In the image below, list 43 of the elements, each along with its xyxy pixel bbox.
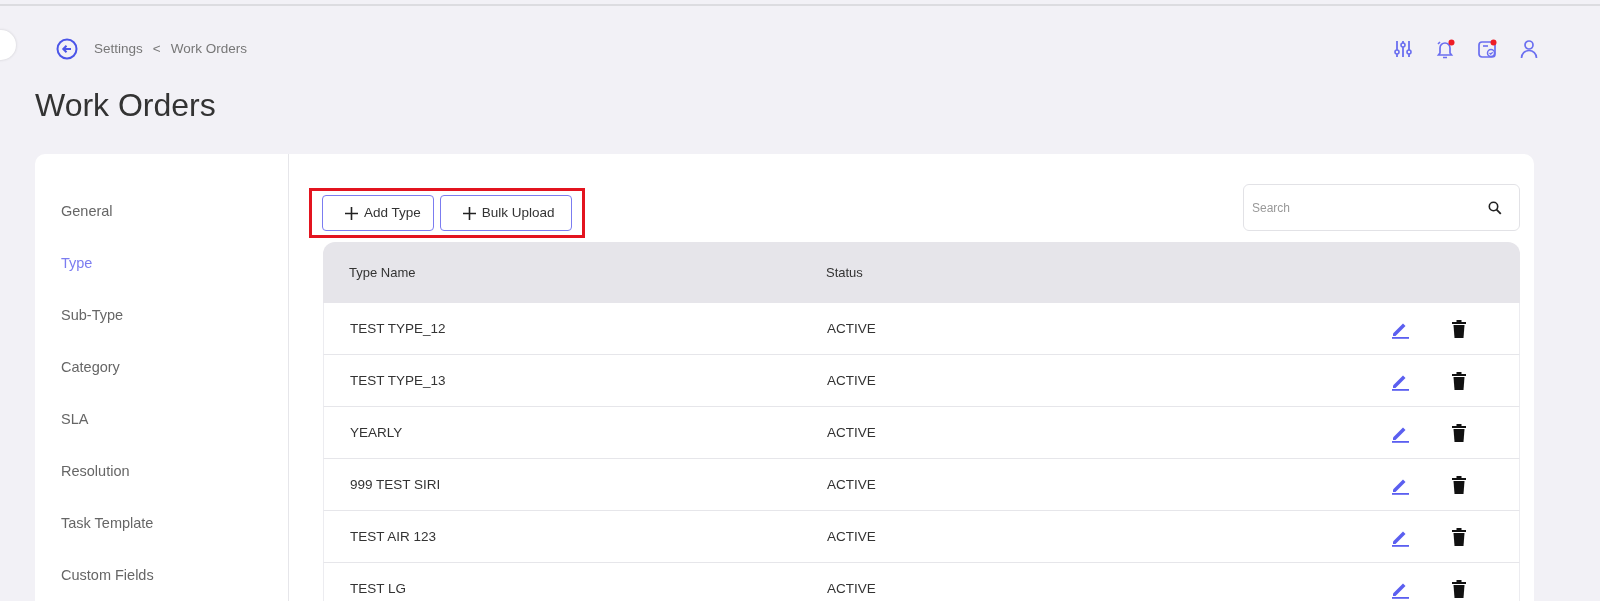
breadcrumb-link[interactable]: Settings	[94, 38, 143, 60]
add-button[interactable]: Add Type	[322, 195, 434, 232]
sidebar-item[interactable]: Task Template	[35, 500, 288, 553]
sidebar-item[interactable]: Category	[35, 344, 288, 397]
table-cell-text: ACTIVE	[827, 371, 877, 390]
sidebar-item[interactable]: Sub-Type	[35, 292, 288, 345]
column-header: Type Name	[348, 264, 417, 283]
delete-icon[interactable]	[1452, 527, 1466, 546]
table-cell-text: TEST AIR 123	[349, 527, 438, 546]
filters-icon[interactable]	[1392, 38, 1414, 60]
table-cell-text: ACTIVE	[827, 527, 877, 546]
sidebar-item[interactable]: Type	[35, 240, 288, 293]
table-cell-text: 999 TEST SIRI	[349, 475, 442, 494]
delete-icon[interactable]	[1452, 579, 1466, 598]
table-cell-text: TEST TYPE_13	[349, 371, 447, 390]
sidebar-item[interactable]: Custom Fields	[35, 552, 288, 601]
table-cell-text: YEARLY	[349, 423, 404, 442]
table-cell-text: ACTIVE	[827, 423, 877, 442]
delete-icon[interactable]	[1452, 475, 1466, 494]
column-header: Status	[826, 264, 864, 283]
delete-icon[interactable]	[1452, 371, 1466, 390]
delete-icon[interactable]	[1452, 423, 1466, 442]
breadcrumb-separator: <	[152, 39, 161, 58]
back-icon[interactable]	[56, 38, 78, 60]
breadcrumb-link[interactable]: Work Orders	[170, 38, 247, 60]
page-title: Work Orders	[35, 86, 217, 125]
table-cell-text: ACTIVE	[827, 319, 877, 338]
sidebar-item[interactable]: SLA	[35, 396, 288, 449]
calendar-check-icon[interactable]	[1476, 38, 1498, 60]
table-cell-text: ACTIVE	[827, 475, 877, 494]
plus-icon	[345, 206, 358, 220]
bell-icon[interactable]	[1434, 38, 1456, 60]
table-cell-text: TEST TYPE_12	[349, 319, 447, 338]
user-icon[interactable]	[1518, 38, 1540, 60]
sidebar-item[interactable]: Resolution	[35, 448, 288, 501]
table-cell-text: ACTIVE	[827, 579, 877, 598]
plus-icon	[462, 206, 476, 220]
search-icon	[1488, 201, 1502, 216]
add-button[interactable]: Bulk Upload	[439, 195, 572, 232]
table-cell-text: TEST LG	[349, 579, 408, 598]
delete-icon[interactable]	[1452, 319, 1466, 338]
sidebar-item[interactable]: General	[35, 188, 288, 241]
search-field[interactable]: Search	[1243, 184, 1520, 232]
